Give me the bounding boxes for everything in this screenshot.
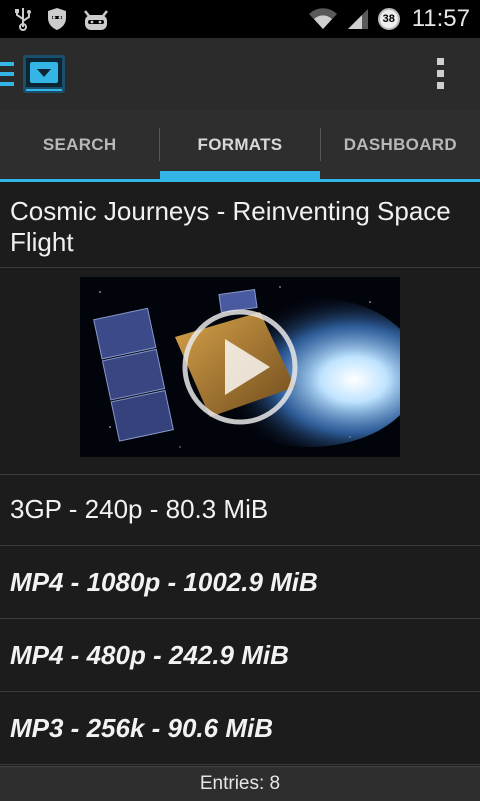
format-item-3gp-240p[interactable]: 3GP - 240p - 80.3 MiB [0,474,480,546]
drawer-indicator-icon[interactable] [0,62,16,93]
app-logo-icon[interactable] [22,52,66,101]
tab-search[interactable]: SEARCH [0,110,159,179]
format-item-mp4-480p[interactable]: MP4 - 480p - 242.9 MiB [0,620,480,692]
format-item-mp3-256k[interactable]: MP3 - 256k - 90.6 MiB [0,693,480,765]
usb-icon [14,7,32,31]
tab-bar: SEARCH FORMATS DASHBOARD [0,110,480,182]
tab-dashboard[interactable]: DASHBOARD [321,110,480,179]
action-bar [0,38,480,111]
signal-icon [346,7,370,31]
shield-icon [46,7,68,31]
clock: 11:57 [411,5,470,32]
tab-formats[interactable]: FORMATS [160,110,320,179]
battery-icon: 38 [377,8,400,30]
video-thumbnail-container [0,268,480,475]
wifi-icon [308,7,338,31]
video-title: Cosmic Journeys - Reinventing Space Flig… [0,182,480,268]
status-bar: 38 11:57 [0,0,480,38]
entries-count-footer: Entries: 8 [0,766,480,801]
overflow-menu-icon[interactable] [437,58,444,89]
format-item-mp4-1080p[interactable]: MP4 - 1080p - 1002.9 MiB [0,547,480,619]
video-thumbnail[interactable] [80,277,400,457]
cyanogenmod-icon [82,7,110,31]
